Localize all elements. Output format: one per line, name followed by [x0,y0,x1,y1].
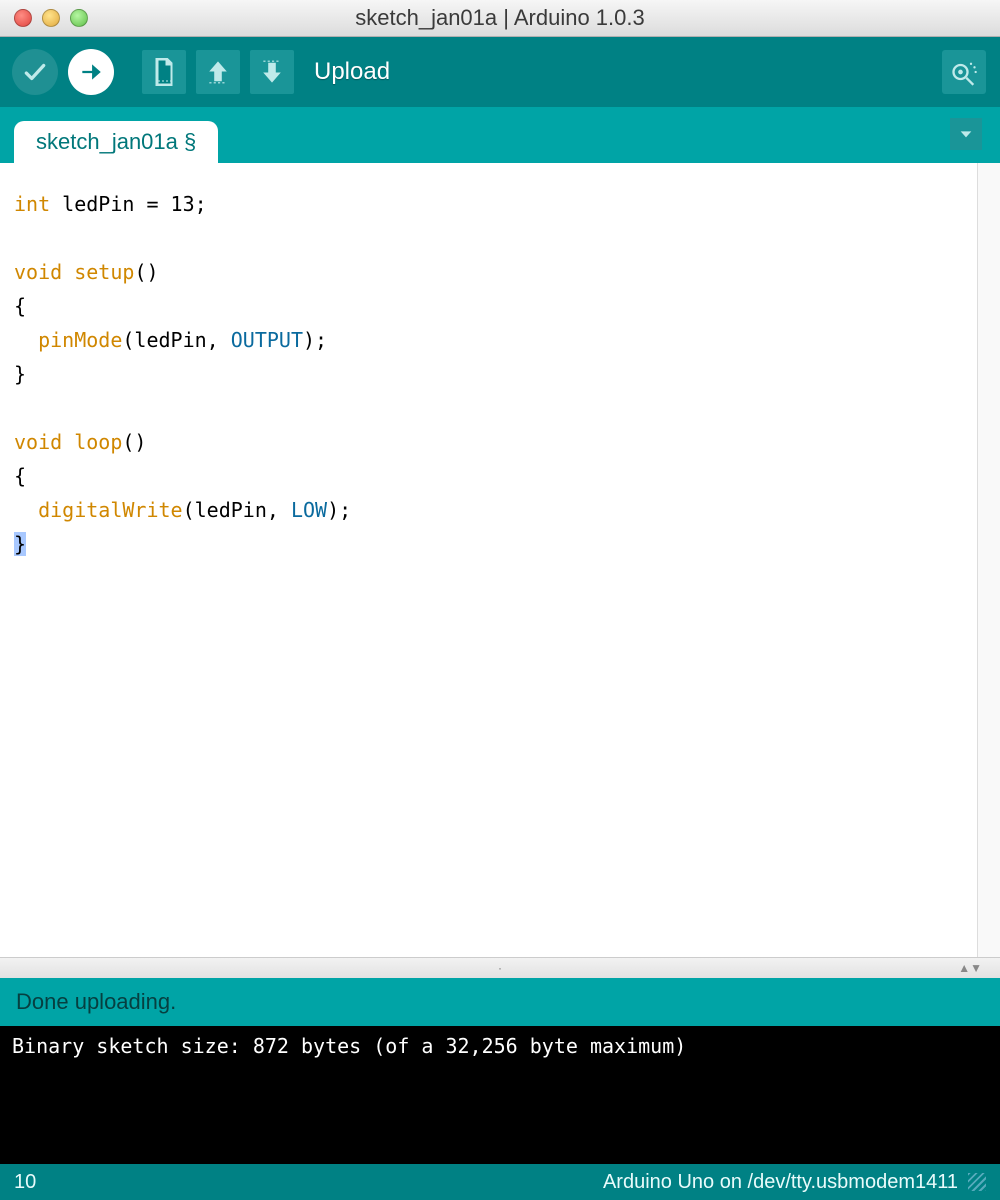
app-window: sketch_jan01a | Arduino 1.0.3 Upload ske… [0,0,1000,1200]
new-button[interactable] [142,50,186,94]
splitter-handle[interactable]: ·▲▼ [0,957,1000,978]
minimize-icon[interactable] [42,9,60,27]
arrow-up-icon [205,59,231,85]
status-text: Done uploading. [16,989,176,1015]
toolbar: Upload [0,37,1000,107]
close-icon[interactable] [14,9,32,27]
footer-bar: 10 Arduino Uno on /dev/tty.usbmodem1411 [0,1164,1000,1200]
zoom-icon[interactable] [70,9,88,27]
arrow-right-icon [78,59,104,85]
editor-area: int ledPin = 13; void setup() { pinMode(… [0,163,1000,957]
resize-grip-icon[interactable] [968,1173,986,1191]
open-button[interactable] [196,50,240,94]
verify-button[interactable] [12,49,58,95]
serial-monitor-button[interactable] [942,50,986,94]
board-port: Arduino Uno on /dev/tty.usbmodem1411 [603,1171,958,1194]
window-title: sketch_jan01a | Arduino 1.0.3 [0,0,1000,36]
title-bar[interactable]: sketch_jan01a | Arduino 1.0.3 [0,0,1000,37]
chevron-down-icon [958,126,974,142]
console-line: Binary sketch size: 872 bytes (of a 32,2… [12,1034,686,1058]
tab-strip: sketch_jan01a § [0,107,1000,163]
splitter-arrows-icon: ▲▼ [958,961,982,975]
status-bar: Done uploading. [0,978,1000,1026]
toolbar-label: Upload [314,58,390,86]
tab-label: sketch_jan01a § [36,129,196,155]
line-number: 10 [14,1171,36,1194]
arrow-down-icon [259,59,285,85]
window-controls [0,9,88,27]
new-file-icon [152,58,176,86]
console-output[interactable]: Binary sketch size: 872 bytes (of a 32,2… [0,1026,1000,1164]
cursor-line: } [14,532,26,556]
editor-scrollbar[interactable] [977,163,1000,957]
tab-active[interactable]: sketch_jan01a § [14,121,218,163]
serial-monitor-icon [950,58,978,86]
tab-menu-button[interactable] [950,118,982,150]
check-icon [22,59,48,85]
save-button[interactable] [250,50,294,94]
code-editor[interactable]: int ledPin = 13; void setup() { pinMode(… [0,163,977,957]
upload-button[interactable] [68,49,114,95]
